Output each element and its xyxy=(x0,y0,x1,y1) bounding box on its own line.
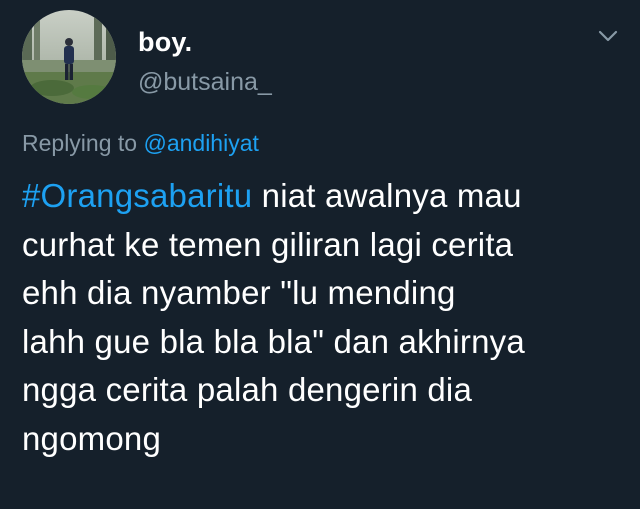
display-name[interactable]: boy. xyxy=(138,27,192,58)
tweet-line: ngga cerita palah dengerin dia xyxy=(22,371,473,408)
tweet-line: ngomong xyxy=(22,419,162,457)
tweet-line: #Orangsabaritu niat awalnya mau xyxy=(22,172,622,221)
tweet-line: lahh gue bla bla bla" dan akhirnya xyxy=(22,322,525,360)
tweet-line: curhat ke temen giliran lagi cerita xyxy=(22,225,514,263)
reply-mention-link[interactable]: @andihiyat xyxy=(143,130,258,156)
tweet-text: #Orangsabaritu niat awalnya mau curhat k… xyxy=(22,172,622,463)
avatar[interactable] xyxy=(22,10,116,104)
user-handle[interactable]: @butsaina_ xyxy=(138,68,272,97)
replying-to: Replying to @andihiyat xyxy=(22,130,259,157)
tweet: boy. @butsaina_ Replying to @andihiyat #… xyxy=(0,0,640,509)
hashtag-link[interactable]: #Orangsabaritu xyxy=(22,177,252,214)
tweet-line: ehh dia nyamber "lu mending xyxy=(22,274,456,311)
tweet-line-text: niat awalnya mau xyxy=(252,177,522,214)
replying-to-label: Replying to xyxy=(22,130,138,156)
chevron-down-icon[interactable] xyxy=(596,28,620,44)
